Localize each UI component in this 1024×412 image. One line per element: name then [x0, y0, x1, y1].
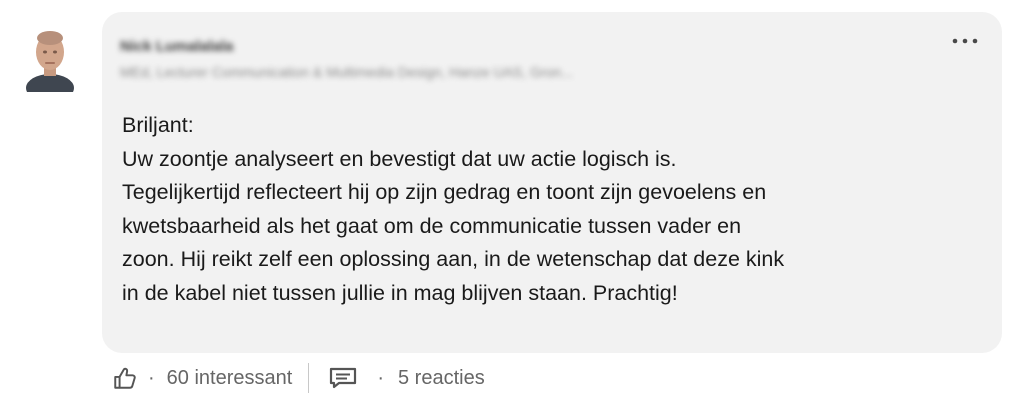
comment-line: Uw zoontje analyseert en bevestigt dat u…: [122, 146, 677, 171]
author-name[interactable]: Nick Lumalalala: [120, 38, 233, 55]
more-options-button[interactable]: [950, 28, 980, 54]
comment-actions: · 60 interessant · 5 reacties: [112, 362, 485, 394]
avatar-image: [24, 26, 76, 92]
comment-card: Nick Lumalalala MEd, Lecturer Communicat…: [0, 0, 1024, 412]
author-headline: MEd, Lecturer Communication & Multimedia…: [120, 64, 573, 80]
comment-line: Briljant:: [122, 113, 194, 137]
react-button[interactable]: [112, 365, 138, 391]
replies-count[interactable]: 5 reacties: [398, 367, 485, 390]
reactions-count[interactable]: 60 interessant: [167, 367, 293, 390]
separator-dot: ·: [148, 366, 155, 389]
comment-line: in de kabel niet tussen jullie in mag bl…: [122, 280, 678, 305]
comment-bubble: Nick Lumalalala MEd, Lecturer Communicat…: [102, 12, 1002, 353]
comment-icon: [330, 367, 357, 389]
comment-line: kwetsbaarheid als het gaat om de communi…: [122, 213, 742, 238]
separator-dot: ·: [377, 366, 384, 389]
divider: [308, 363, 310, 393]
more-options-icon: [952, 38, 978, 44]
comment-line: zoon. Hij reikt zelf een oplossing aan, …: [122, 247, 785, 272]
avatar[interactable]: [24, 26, 76, 92]
thumbs-up-icon: [114, 367, 136, 389]
reply-button[interactable]: [329, 366, 357, 390]
comment-text: Briljant: Uw zoontje analyseert en beves…: [122, 109, 982, 311]
comment-line: Tegelijkertijd reflecteert hij op zijn g…: [122, 180, 767, 205]
